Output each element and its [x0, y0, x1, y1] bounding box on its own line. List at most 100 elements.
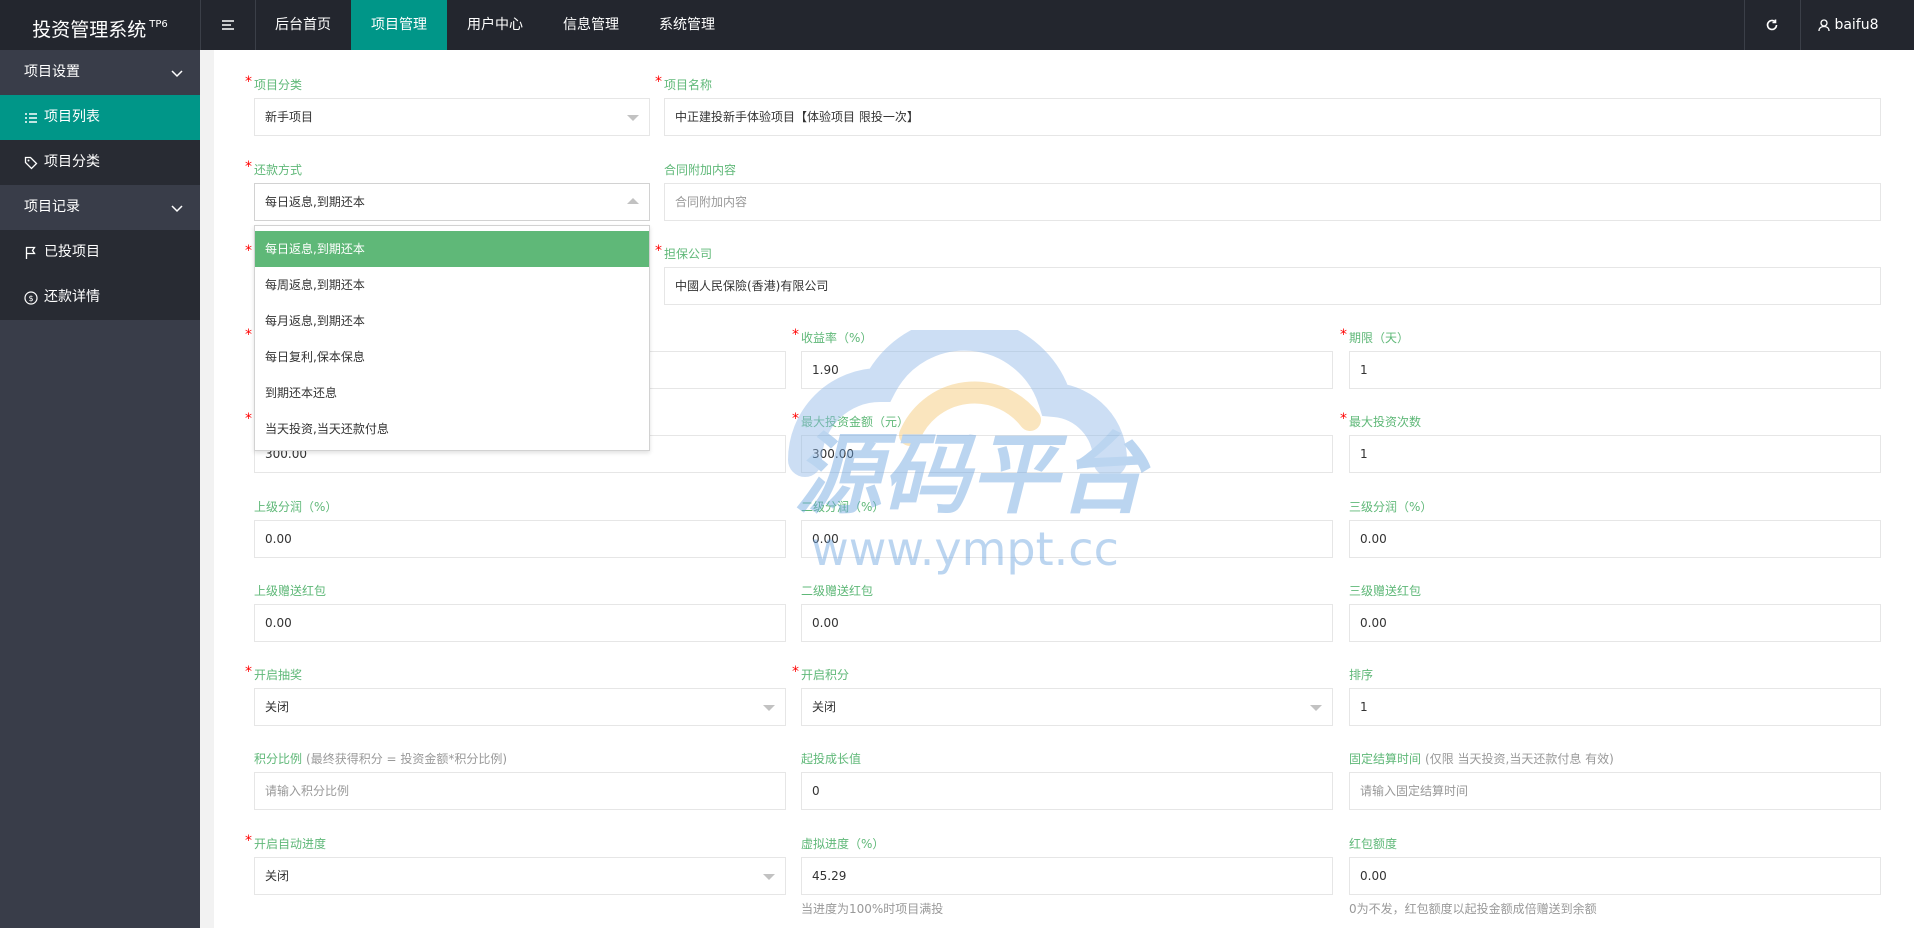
virtual-progress-input[interactable]: 45.29 [801, 857, 1333, 895]
lottery-label: 开启抽奖 [254, 668, 303, 682]
tag-icon [24, 156, 38, 169]
points-label: 开启积分 [801, 668, 850, 682]
guarantor-input[interactable]: 中國人民保險(香港)有限公司 [664, 267, 1881, 305]
username: baifu8 [1834, 17, 1879, 33]
max-invest-label: 最大投资金额（元） [801, 415, 910, 429]
points-ratio-input[interactable]: 请输入积分比例 [254, 772, 786, 810]
repay-dropdown: 每日返息,到期还本 每周返息,到期还本 每月返息,到期还本 每日复利,保本保息 … [254, 225, 650, 451]
growth-label: 起投成长值 [801, 752, 862, 766]
auto-progress-label: 开启自动进度 [254, 837, 327, 851]
share3-input[interactable]: 0.00 [1349, 520, 1881, 558]
field-points-ratio: 积分比例 (最终获得积分 = 投资金额*积分比例) 请输入积分比例 [254, 750, 786, 810]
field-points: * 开启积分 关闭 [792, 664, 1333, 726]
repay-option[interactable]: 到期还本还息 [255, 375, 649, 411]
field-redpack-amount: 红包额度 0.00 0为不发，红包额度以起投金额成倍赠送到余额 [1349, 835, 1881, 917]
field-growth: 起投成长值 0 [801, 750, 1333, 810]
sidebar-item-project-list[interactable]: 项目列表 [0, 95, 200, 140]
share1-label: 上级分润（%） [254, 500, 338, 514]
repay-option[interactable]: 当天投资,当天还款付息 [255, 411, 649, 447]
caret-up-icon [627, 198, 639, 204]
field-redpack1: 上级赠送红包 0.00 [254, 582, 786, 642]
sidebar-item-label: 项目列表 [44, 109, 100, 125]
caret-down-icon [763, 874, 775, 880]
caret-down-icon [627, 115, 639, 121]
max-invest-input[interactable]: 300.00 [801, 435, 1333, 473]
sidebar-item-label: 还款详情 [44, 289, 100, 305]
repay-option[interactable]: 每日返息,到期还本 [255, 231, 649, 267]
rate-input[interactable]: 1.90 [801, 351, 1333, 389]
sort-label: 排序 [1349, 668, 1374, 682]
settle-time-input[interactable]: 请输入固定结算时间 [1349, 772, 1881, 810]
share2-input[interactable]: 0.00 [801, 520, 1333, 558]
share2-label: 二级分润（%） [801, 500, 885, 514]
app-title: 投资管理系统 [32, 19, 147, 41]
sidebar-group-label: 项目设置 [24, 64, 80, 80]
field-sort: 排序 1 [1349, 666, 1881, 726]
period-input[interactable]: 1 [1349, 351, 1881, 389]
sidebar-item-invested-projects[interactable]: 已投项目 [0, 230, 200, 275]
guarantor-label: 担保公司 [664, 247, 713, 261]
app-logo: 投资管理系统 TP6 [0, 0, 200, 50]
refresh-icon[interactable] [1744, 0, 1800, 50]
sidebar: 项目设置 项目列表 项目分类 项目记录 已投项目 $ 还款详情 [0, 50, 200, 928]
redpack-amount-hint: 0为不发，红包额度以起投金额成倍赠送到余额 [1349, 902, 1597, 916]
sidebar-item-label: 项目分类 [44, 154, 100, 170]
caret-down-icon [1310, 705, 1322, 711]
lottery-select[interactable]: 关闭 [254, 688, 786, 726]
app-badge: TP6 [149, 19, 168, 30]
field-redpack3: 三级赠送红包 0.00 [1349, 582, 1881, 642]
repay-option[interactable]: 每日复利,保本保息 [255, 339, 649, 375]
repay-option[interactable]: 每月返息,到期还本 [255, 303, 649, 339]
field-redpack2: 二级赠送红包 0.00 [801, 582, 1333, 642]
nav-home[interactable]: 后台首页 [255, 0, 351, 50]
growth-input[interactable]: 0 [801, 772, 1333, 810]
sidebar-item-repayment-details[interactable]: $ 还款详情 [0, 275, 200, 320]
field-category: * 项目分类 新手项目 [245, 74, 650, 136]
redpack3-label: 三级赠送红包 [1349, 584, 1422, 598]
field-max-times: * 最大投资次数 1 [1340, 411, 1881, 473]
points-select[interactable]: 关闭 [801, 688, 1333, 726]
period-label: 期限（天） [1349, 331, 1410, 345]
nav-info-management[interactable]: 信息管理 [543, 0, 639, 50]
sidebar-item-project-category[interactable]: 项目分类 [0, 140, 200, 185]
sidebar-item-label: 已投项目 [44, 244, 100, 260]
form-panel: * 项目分类 新手项目 * 项目名称 中正建投新手体验项目【体验项目 限投一次】 *… [214, 50, 1914, 928]
field-auto-progress: * 开启自动进度 关闭 [245, 833, 786, 895]
rate-label: 收益率（%） [801, 331, 873, 345]
max-times-input[interactable]: 1 [1349, 435, 1881, 473]
repay-label: 还款方式 [254, 163, 303, 177]
list-icon [25, 112, 37, 123]
dollar-icon: $ [24, 290, 38, 305]
field-rate: * 收益率（%） 1.90 [792, 327, 1333, 389]
nav-user-center[interactable]: 用户中心 [447, 0, 543, 50]
redpack-amount-input[interactable]: 0.00 [1349, 857, 1881, 895]
nav-project-management[interactable]: 项目管理 [351, 0, 447, 50]
field-lottery: * 开启抽奖 关闭 [245, 664, 786, 726]
redpack3-input[interactable]: 0.00 [1349, 604, 1881, 642]
field-max-invest: * 最大投资金额（元） 300.00 [792, 411, 1333, 473]
flag-icon [25, 246, 36, 259]
project-name-input[interactable]: 中正建投新手体验项目【体验项目 限投一次】 [664, 98, 1881, 136]
field-name: * 项目名称 中正建投新手体验项目【体验项目 限投一次】 [655, 74, 1881, 136]
share1-input[interactable]: 0.00 [254, 520, 786, 558]
user-icon [1818, 18, 1830, 31]
repay-option[interactable]: 每周返息,到期还本 [255, 267, 649, 303]
redpack1-input[interactable]: 0.00 [254, 604, 786, 642]
sidebar-group-project-records[interactable]: 项目记录 [0, 185, 200, 230]
user-menu[interactable]: baifu8 [1818, 0, 1908, 50]
category-label: 项目分类 [254, 78, 303, 92]
sidebar-group-project-settings[interactable]: 项目设置 [0, 50, 200, 95]
menu-toggle-icon[interactable] [200, 0, 255, 50]
repay-select[interactable]: 每日返息,到期还本 [254, 183, 650, 221]
redpack2-label: 二级赠送红包 [801, 584, 874, 598]
field-share1: 上级分润（%） 0.00 [254, 498, 786, 558]
contract-input[interactable]: 合同附加内容 [664, 183, 1881, 221]
field-share2: 二级分润（%） 0.00 [801, 498, 1333, 558]
nav-system-management[interactable]: 系统管理 [639, 0, 735, 50]
auto-progress-select[interactable]: 关闭 [254, 857, 786, 895]
virtual-progress-label: 虚拟进度（%） [801, 837, 885, 851]
redpack2-input[interactable]: 0.00 [801, 604, 1333, 642]
caret-down-icon [763, 705, 775, 711]
category-select[interactable]: 新手项目 [254, 98, 650, 136]
sort-input[interactable]: 1 [1349, 688, 1881, 726]
